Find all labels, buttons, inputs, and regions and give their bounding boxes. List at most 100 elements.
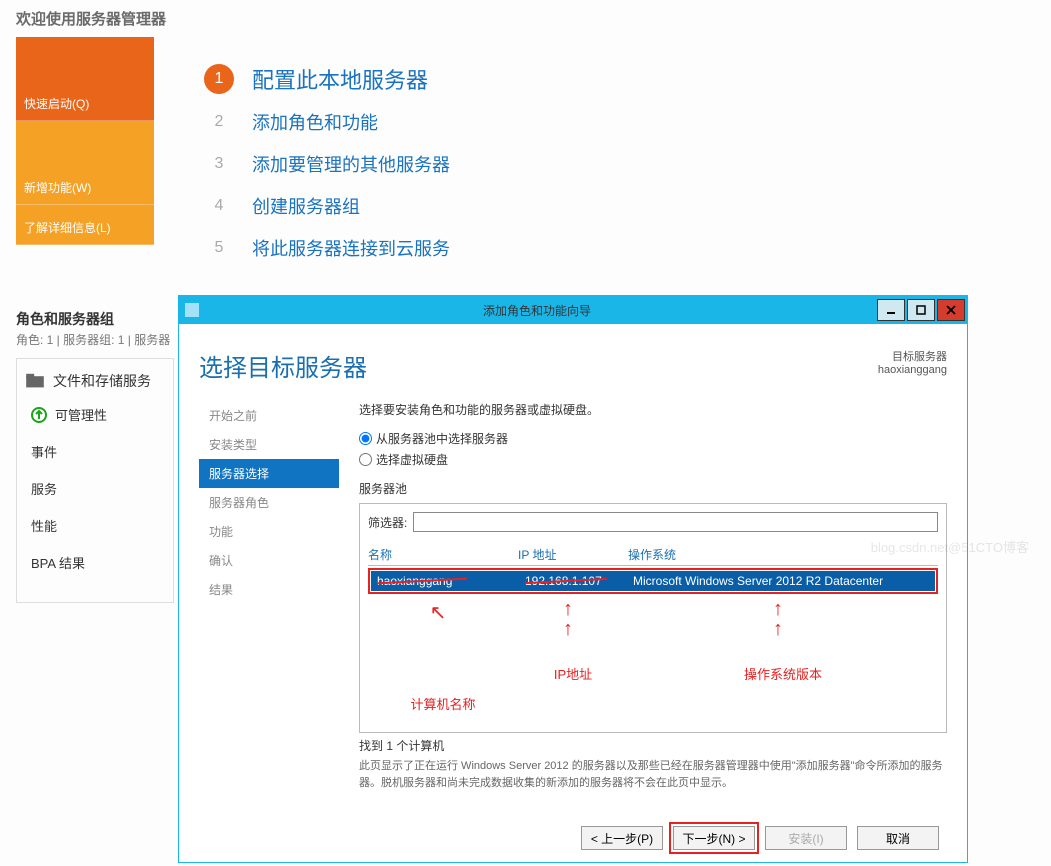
destination-server: haoxianggang (878, 364, 947, 376)
step-title: 将此服务器连接到云服务 (252, 235, 450, 261)
radio-vhd[interactable]: 选择虚拟硬盘 (359, 451, 947, 468)
sidebar-tabs: 快速启动(Q) 新增功能(W) 了解详细信息(L) (16, 37, 154, 275)
step-number: 1 (204, 64, 234, 94)
file-icon (25, 373, 45, 389)
annotation-highlight-box: haoxianggang 192.168.1.107 Microsoft Win… (368, 568, 938, 594)
wizard-icon (185, 303, 199, 317)
found-count: 找到 1 个计算机 (359, 737, 947, 754)
minimize-button[interactable] (877, 299, 905, 321)
filter-label: 筛选器: (368, 514, 407, 531)
step-cloud-connect[interactable]: 5 将此服务器连接到云服务 (204, 233, 1031, 263)
dialog-content: 选择要安装角色和功能的服务器或虚拟硬盘。 从服务器池中选择服务器 选择虚拟硬盘 … (359, 401, 947, 812)
row-events[interactable]: 事件 (31, 442, 165, 461)
description-text: 此页显示了正在运行 Windows Server 2012 的服务器以及那些已经… (359, 758, 947, 791)
panel-header: 文件和存储服务 (25, 371, 165, 391)
titlebar: 添加角色和功能向导 (179, 296, 967, 324)
titlebar-icon-area (181, 303, 199, 317)
pool-label: 服务器池 (359, 480, 947, 497)
step-add-servers[interactable]: 3 添加要管理的其他服务器 (204, 149, 1031, 179)
annotation-os: 操作系统版本 (744, 664, 822, 683)
dialog-body: 选择目标服务器 目标服务器 haoxianggang 开始之前 安装类型 服务器… (179, 324, 967, 862)
nav-server-selection[interactable]: 服务器选择 (199, 459, 339, 488)
dashboard: 快速启动(Q) 新增功能(W) 了解详细信息(L) 1 配置此本地服务器 2 添… (0, 37, 1051, 275)
col-ip[interactable]: IP 地址 (518, 546, 628, 563)
close-button[interactable] (937, 299, 965, 321)
window-controls (875, 299, 965, 321)
row-label: 事件 (31, 442, 57, 461)
annotation-computer-name: 计算机名称 (410, 694, 475, 713)
step-title: 添加角色和功能 (252, 109, 378, 135)
annotation-area: ↖ ↑ ↑ ↑ ↑ 计算机名称 IP地址 操作系统版本 (368, 594, 938, 724)
dialog-heading: 选择目标服务器 (199, 348, 367, 383)
file-storage-panel: 文件和存储服务 可管理性 事件 服务 性能 BPA 结果 (16, 358, 174, 603)
row-label: BPA 结果 (31, 553, 85, 572)
step-number: 3 (204, 149, 234, 179)
arrow-icon: ↑ (563, 618, 573, 641)
step-number: 2 (204, 107, 234, 137)
radio-vhd-input[interactable] (359, 453, 372, 466)
step-title: 创建服务器组 (252, 193, 360, 219)
nav-confirm[interactable]: 确认 (199, 546, 339, 575)
cell-name: haoxianggang (377, 574, 525, 588)
tab-more[interactable]: 了解详细信息(L) (16, 205, 154, 245)
row-label: 服务 (31, 479, 57, 498)
annotation-ip: IP地址 (554, 664, 592, 683)
col-os[interactable]: 操作系统 (628, 546, 938, 563)
dialog-header: 选择目标服务器 目标服务器 haoxianggang (199, 324, 947, 401)
step-title: 配置此本地服务器 (252, 63, 428, 95)
maximize-icon (916, 305, 926, 315)
row-performance[interactable]: 性能 (31, 516, 165, 535)
nav-results[interactable]: 结果 (199, 575, 339, 604)
step-create-group[interactable]: 4 创建服务器组 (204, 191, 1031, 221)
nav-before-begin[interactable]: 开始之前 (199, 401, 339, 430)
filter-input[interactable] (413, 512, 938, 532)
step-configure[interactable]: 1 配置此本地服务器 (204, 63, 1031, 95)
arrow-up-icon (31, 407, 47, 423)
step-add-roles[interactable]: 2 添加角色和功能 (204, 107, 1031, 137)
step-title: 添加要管理的其他服务器 (252, 151, 450, 177)
close-icon (946, 305, 956, 315)
window-title: 添加角色和功能向导 (199, 302, 875, 319)
table-header: 名称 IP 地址 操作系统 (368, 546, 938, 566)
step-number: 4 (204, 191, 234, 221)
welcome-title: 欢迎使用服务器管理器 (0, 0, 1051, 37)
wizard-dialog: 添加角色和功能向导 选择目标服务器 目标服务器 haoxianggang 开始之… (178, 295, 968, 863)
dialog-main: 开始之前 安装类型 服务器选择 服务器角色 功能 确认 结果 选择要安装角色和功… (199, 401, 947, 812)
destination-info: 目标服务器 haoxianggang (878, 348, 947, 376)
row-label: 性能 (31, 516, 57, 535)
wizard-nav: 开始之前 安装类型 服务器选择 服务器角色 功能 确认 结果 (199, 401, 339, 812)
step-number: 5 (204, 233, 234, 263)
server-pool: 筛选器: 名称 IP 地址 操作系统 haoxianggang (359, 503, 947, 733)
panel-header-label: 文件和存储服务 (53, 371, 151, 391)
server-table: 名称 IP 地址 操作系统 haoxianggang (368, 546, 938, 724)
nav-features[interactable]: 功能 (199, 517, 339, 546)
cancel-button[interactable]: 取消 (857, 826, 939, 850)
minimize-icon (886, 305, 896, 315)
install-button: 安装(I) (765, 826, 847, 850)
instruction-text: 选择要安装角色和功能的服务器或虚拟硬盘。 (359, 401, 947, 418)
next-button[interactable]: 下一步(N) > (673, 826, 755, 850)
destination-label: 目标服务器 (878, 348, 947, 364)
row-label: 可管理性 (55, 405, 107, 424)
radio-label: 从服务器池中选择服务器 (376, 430, 508, 447)
table-row[interactable]: haoxianggang 192.168.1.107 Microsoft Win… (371, 571, 935, 591)
nav-install-type[interactable]: 安装类型 (199, 430, 339, 459)
arrow-icon: ↖ (430, 600, 447, 625)
arrow-icon: ↑ (773, 618, 783, 641)
row-bpa[interactable]: BPA 结果 (31, 553, 165, 572)
radio-label: 选择虚拟硬盘 (376, 451, 448, 468)
filter-row: 筛选器: (368, 512, 938, 532)
maximize-button[interactable] (907, 299, 935, 321)
tab-quickstart[interactable]: 快速启动(Q) (16, 37, 154, 121)
cell-ip: 192.168.1.107 (525, 574, 633, 588)
radio-server-pool[interactable]: 从服务器池中选择服务器 (359, 430, 947, 447)
tab-addnew[interactable]: 新增功能(W) (16, 121, 154, 205)
radio-server-pool-input[interactable] (359, 432, 372, 445)
row-manage[interactable]: 可管理性 (31, 405, 165, 424)
row-services[interactable]: 服务 (31, 479, 165, 498)
prev-button[interactable]: < 上一步(P) (581, 826, 663, 850)
cell-os: Microsoft Windows Server 2012 R2 Datacen… (633, 574, 929, 588)
nav-server-roles[interactable]: 服务器角色 (199, 488, 339, 517)
col-name[interactable]: 名称 (368, 546, 518, 563)
dialog-buttons: < 上一步(P) 下一步(N) > 安装(I) 取消 (199, 812, 947, 862)
